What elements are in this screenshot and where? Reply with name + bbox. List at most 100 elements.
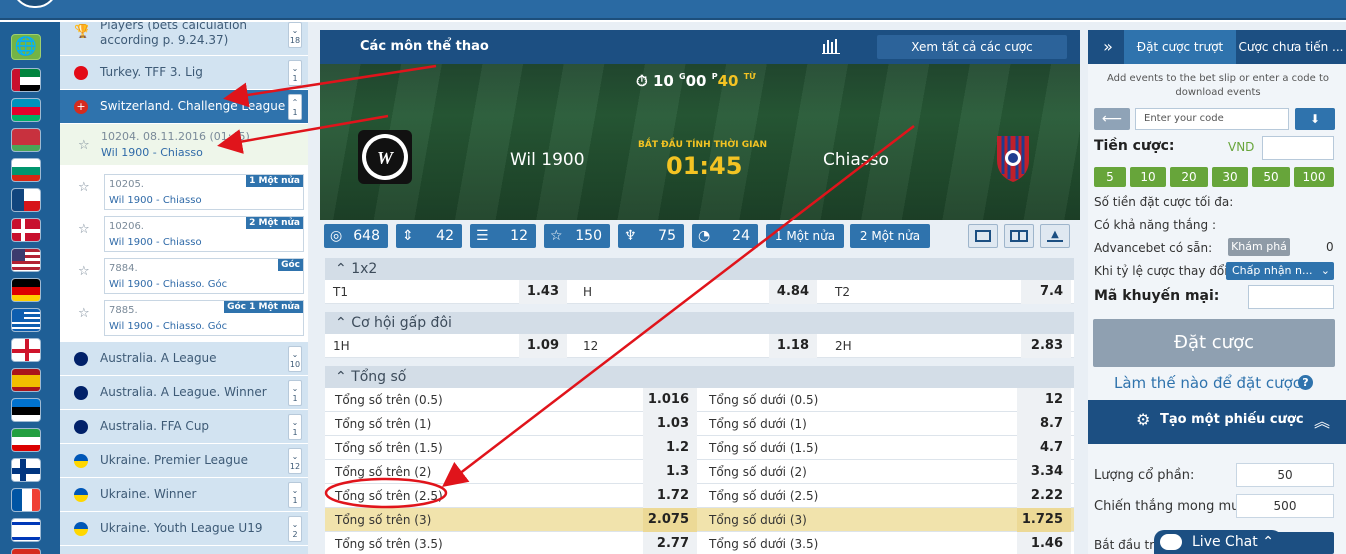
israel-flag-icon[interactable] [11,518,41,542]
finland-flag-icon[interactable] [11,458,41,482]
league-item-turkey[interactable]: Turkey. TFF 3. Lig ⌄ 1 [60,56,308,90]
start-select[interactable] [1274,532,1334,554]
favorite-star-icon[interactable]: ☆ [78,138,90,153]
tab-pending-bets[interactable]: Cược chưa tiến ... [1238,30,1344,64]
odds-value[interactable]: 2.075 [643,508,697,532]
flag-icon[interactable] [11,548,41,554]
odds-value[interactable]: 7.4 [1021,280,1071,304]
event-match[interactable]: Wil 1900 - Chiasso [101,146,203,159]
league-item-players[interactable]: 🏆 Players (bets calculation according p.… [60,22,308,56]
league-item-australia-ffa[interactable]: Australia. FFA Cup ⌄ 1 [60,410,308,444]
globe-icon[interactable]: 🌐 [11,34,41,60]
desired-win-input[interactable]: 500 [1236,494,1334,518]
estonia-flag-icon[interactable] [11,398,41,422]
stake-input[interactable] [1262,136,1334,160]
subevent-item[interactable]: 10206. Wil 1900 - Chiasso 2 Một nửa [104,216,304,252]
event-row[interactable]: ☆ 10204. 08.11.2016 (01:45) Wil 1900 - C… [60,124,308,166]
denmark-flag-icon[interactable] [11,218,41,242]
statistics-icon[interactable] [822,38,840,54]
quick-stake-button[interactable]: 30 [1212,167,1248,187]
uae-flag-icon[interactable] [11,68,41,92]
azerbaijan-flag-icon[interactable] [11,98,41,122]
second-half-button[interactable]: 2 Một nửa [850,224,930,248]
scroll-top-icon[interactable]: ▲ [1040,224,1070,248]
odds-value[interactable]: 1.725 [1017,508,1071,532]
stat-trophy[interactable]: ♆ 75 [618,224,684,248]
usa-flag-icon[interactable] [11,248,41,272]
odds-value[interactable]: 1.46 [1017,532,1071,554]
download-icon[interactable]: ⬇ [1295,108,1335,130]
market-header[interactable]: ⌃ 1x2 [325,258,1074,280]
subevent-item[interactable]: 10205. Wil 1900 - Chiasso 1 Một nửa [104,174,304,210]
collapse-icon[interactable]: » [1096,30,1120,64]
greece-flag-icon[interactable] [11,308,41,332]
quick-stake-button[interactable]: 20 [1170,167,1208,187]
czech-flag-icon[interactable] [11,188,41,212]
view-all-bets-button[interactable]: Xem tất cả các cược [877,35,1067,59]
odds-value[interactable]: 1.72 [643,484,697,508]
stat-star[interactable]: ☆ 150 [544,224,610,248]
favorite-star-icon[interactable]: ☆ [78,180,90,195]
market-header[interactable]: ⌃ Tổng số [325,366,1074,388]
league-item-ukraine-premier[interactable]: Ukraine. Premier League ⌄ 12 [60,444,308,478]
promo-code-input[interactable] [1248,285,1334,309]
stat-clock[interactable]: ◔ 24 [692,224,758,248]
market-header[interactable]: ⌃ Cơ hội gấp đôi [325,312,1074,334]
tab-bet-slip[interactable]: Đặt cược trượt [1124,30,1236,64]
odds-value[interactable]: 8.7 [1017,412,1071,436]
subevent-item[interactable]: 7884. Wil 1900 - Chiasso. Góc Góc [104,258,304,294]
odds-value[interactable]: 4.7 [1017,436,1071,460]
odds-value[interactable]: 2.83 [1021,334,1071,358]
logo[interactable] [12,0,58,8]
germany-flag-icon[interactable] [11,278,41,302]
spain-flag-icon[interactable] [11,368,41,392]
quick-stake-button[interactable]: 5 [1094,167,1126,187]
odds-value[interactable]: 1.3 [643,460,697,484]
league-item-australia-a[interactable]: Australia. A League ⌄ 10 [60,342,308,376]
favorite-star-icon[interactable]: ☆ [78,264,90,279]
quick-stake-button[interactable]: 10 [1130,167,1166,187]
odds-value[interactable]: 1.016 [643,388,697,412]
stat-target[interactable]: ◎ 648 [324,224,388,248]
league-item-switzerland[interactable]: + Switzerland. Challenge League ⌃ 1 [60,90,308,124]
stat-updown[interactable]: ⇕ 42 [396,224,462,248]
chevron-up-icon[interactable]: ︽ [1314,408,1330,432]
bulgaria-flag-icon[interactable] [11,158,41,182]
france-flag-icon[interactable] [11,488,41,512]
belarus-flag-icon[interactable] [11,128,41,152]
odds-value[interactable]: 1.2 [643,436,697,460]
iran-flag-icon[interactable] [11,428,41,452]
league-item-ukraine-youth[interactable]: Ukraine. Youth League U19 ⌄ 2 [60,512,308,546]
place-bet-button[interactable]: Đặt cược [1093,319,1335,367]
quick-stake-button[interactable]: 50 [1252,167,1290,187]
odds-value[interactable]: 1.03 [643,412,697,436]
odds-value[interactable]: 2.22 [1017,484,1071,508]
shares-input[interactable]: 50 [1236,463,1334,487]
odds-change-select[interactable]: Chấp nhận n... ⌄ [1226,262,1334,280]
back-arrow-button[interactable]: ⟵ [1094,108,1130,130]
how-to-bet-link[interactable]: Làm thế nào để đặt cược [1114,374,1301,392]
view-double-icon[interactable] [1004,224,1034,248]
code-input[interactable]: Enter your code [1135,108,1289,130]
odds-value[interactable]: 1.09 [519,334,567,358]
quick-stake-button[interactable]: 100 [1294,167,1334,187]
first-half-button[interactable]: 1 Một nửa [766,224,844,248]
league-item-australia-winner[interactable]: Australia. A League. Winner ⌄ 1 [60,376,308,410]
odds-value[interactable]: 1.18 [769,334,817,358]
odds-value[interactable]: 12 [1017,388,1071,412]
view-single-icon[interactable] [968,224,998,248]
odds-value[interactable]: 4.84 [769,280,817,304]
create-bet-slip-bar[interactable]: ⚙ Tạo một phiếu cược ︽ [1088,400,1346,444]
league-item-ukraine-winner[interactable]: Ukraine. Winner ⌄ 1 [60,478,308,512]
explore-button[interactable]: Khám phá [1228,238,1290,256]
stat-bars[interactable]: ☰ 12 [470,224,536,248]
league-item-next[interactable] [60,546,308,554]
odds-value[interactable]: 3.34 [1017,460,1071,484]
odds-value[interactable]: 1.43 [519,280,567,304]
help-icon[interactable]: ? [1298,375,1313,390]
favorite-star-icon[interactable]: ☆ [78,222,90,237]
odds-value[interactable]: 2.77 [643,532,697,554]
england-flag-icon[interactable] [11,338,41,362]
subevent-item[interactable]: 7885. Wil 1900 - Chiasso. Góc Góc 1 Một nử… [104,300,304,336]
favorite-star-icon[interactable]: ☆ [78,306,90,321]
